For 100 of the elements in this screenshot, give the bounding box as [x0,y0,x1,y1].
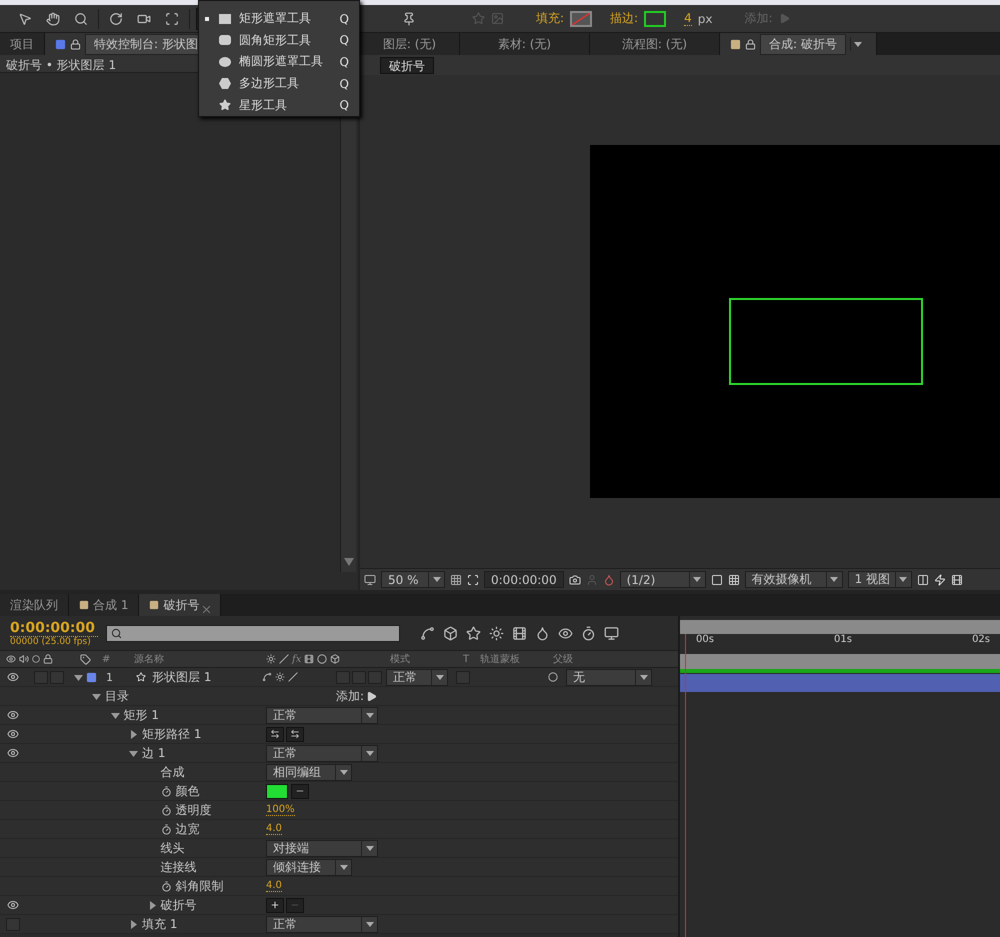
timeline-switch-icon[interactable] [558,626,573,640]
square-icon [79,600,89,610]
property-name: 边 1 [142,744,166,762]
blend-mode-dropdown[interactable]: 正常 [266,706,378,724]
stopwatch-icon[interactable] [160,880,172,892]
menu-item[interactable]: 多边形工具 Q [199,72,359,94]
switch-icon [266,654,276,664]
timeline-switch-icon[interactable] [466,626,481,640]
twirl-arrow-icon[interactable] [110,710,120,720]
property-value[interactable]: 100% [266,804,295,816]
menu-item[interactable]: 星形工具 Q [199,94,359,116]
property-name: 合成 [160,764,184,780]
panel-tab[interactable]: 流程图: (无) [590,33,720,55]
mask-icon[interactable] [467,574,479,586]
switch-icon [262,672,272,682]
timeline-switch-icon[interactable] [604,626,619,640]
timeline-switch-icon[interactable] [512,626,527,640]
add-dash-button[interactable] [266,898,284,912]
square-icon [149,600,160,610]
timeline-switch-icon[interactable] [489,626,504,640]
region-icon[interactable] [710,574,723,586]
transparency-grid-icon[interactable] [728,574,740,586]
twirl-arrow-icon[interactable] [74,672,83,682]
ruler-label: 00s [696,634,714,645]
views-dropdown[interactable]: 1 视图 [848,571,912,588]
timeline-tab[interactable]: 渲染队列 [0,594,69,616]
blend-mode-dropdown[interactable]: 正常 [266,744,378,762]
twirl-arrow-icon[interactable] [92,692,101,700]
layer-name[interactable]: 形状图层 1 [152,668,212,686]
column-heading: 父级 [553,653,573,666]
eye-icon[interactable] [7,899,19,911]
timecode-field[interactable]: 0:00:00:00 [484,571,564,588]
time-ruler[interactable]: 00s 01s 02s [680,634,1000,652]
parent-dropdown[interactable]: 无 [566,668,652,686]
layout-icon[interactable] [916,574,929,586]
search-field[interactable] [106,624,400,642]
property-value[interactable]: 4.0 [266,880,282,892]
timeline-tab[interactable]: 合成 1 [69,594,140,616]
flowchart-icon[interactable] [950,574,963,586]
property-value[interactable]: 4.0 [266,823,282,835]
twirl-arrow-icon[interactable] [129,920,138,928]
stopwatch-icon[interactable] [160,804,172,816]
color-channels-icon[interactable] [602,574,615,586]
blend-mode-dropdown[interactable]: 相同编组 [266,764,352,780]
blend-mode-dropdown[interactable]: 倾斜连接 [266,858,352,876]
panel-tab[interactable]: 合成: 破折号 [720,33,877,55]
lock-icon[interactable] [745,38,756,50]
property-name: 线头 [160,840,184,856]
panel-tab[interactable]: 图层: (无) [360,33,460,55]
panel-tab[interactable]: 素材: (无) [460,33,590,55]
fill-swatch[interactable] [570,10,592,26]
path-direction-button[interactable] [286,726,304,742]
rounded-rectangle-icon [219,35,231,46]
label-color-icon[interactable] [86,672,97,682]
scroll-down-icon[interactable] [344,558,354,566]
twirl-arrow-icon[interactable] [129,748,138,758]
stopwatch-icon[interactable] [160,824,172,834]
add-label: 添加: [336,688,364,704]
panel-tab[interactable]: 项目 [0,33,45,55]
stroke-width-value[interactable]: 4 [684,11,692,26]
timeline-switch-icon[interactable] [420,626,435,640]
layer-number: 1 [106,670,113,684]
camera-dropdown[interactable]: 有效摄像机 [744,571,843,588]
eye-icon[interactable] [7,747,19,759]
eye-icon [6,654,16,664]
composition-button[interactable]: 破折号 [380,56,434,74]
menu-item[interactable]: 矩形遮罩工具 Q [199,8,359,30]
camera-icon[interactable] [568,574,581,586]
star-icon [472,12,485,25]
lock-icon[interactable] [70,38,81,50]
current-time[interactable]: 0:00:00:00 [10,620,98,636]
timeline-switch-icon[interactable] [535,626,550,640]
display-icon[interactable] [364,574,376,586]
pick-whip-icon [548,672,558,682]
eye-icon[interactable] [7,671,19,683]
mode-dropdown[interactable]: 正常 [386,668,448,686]
blend-mode-dropdown[interactable]: 对接端 [266,840,378,856]
scan-icon [165,12,179,26]
timeline-switch-icon[interactable] [443,626,458,640]
ellipse-icon [219,56,231,67]
switch-icon [330,654,340,664]
blend-mode-dropdown[interactable]: 正常 [266,916,378,932]
stopwatch-icon[interactable] [160,786,172,796]
eyedropper-button[interactable] [291,784,309,798]
rotate-icon [109,12,123,26]
stroke-swatch[interactable] [644,10,666,26]
zoom-dropdown[interactable]: 50 % [381,571,445,588]
color-swatch[interactable] [266,784,288,798]
twirl-arrow-icon[interactable] [148,900,156,910]
timeline-switch-icon[interactable] [581,626,596,640]
eye-icon[interactable] [7,728,19,740]
resolution-dropdown[interactable]: (1/2) [620,571,706,588]
eye-icon[interactable] [7,709,19,721]
image-icon [491,12,504,25]
star-icon [219,99,231,112]
path-direction-button[interactable] [266,726,284,742]
twirl-arrow-icon[interactable] [129,730,138,738]
fast-preview-icon[interactable] [934,574,946,586]
grid-icon[interactable] [450,574,462,586]
property-name: 破折号 [160,896,196,914]
